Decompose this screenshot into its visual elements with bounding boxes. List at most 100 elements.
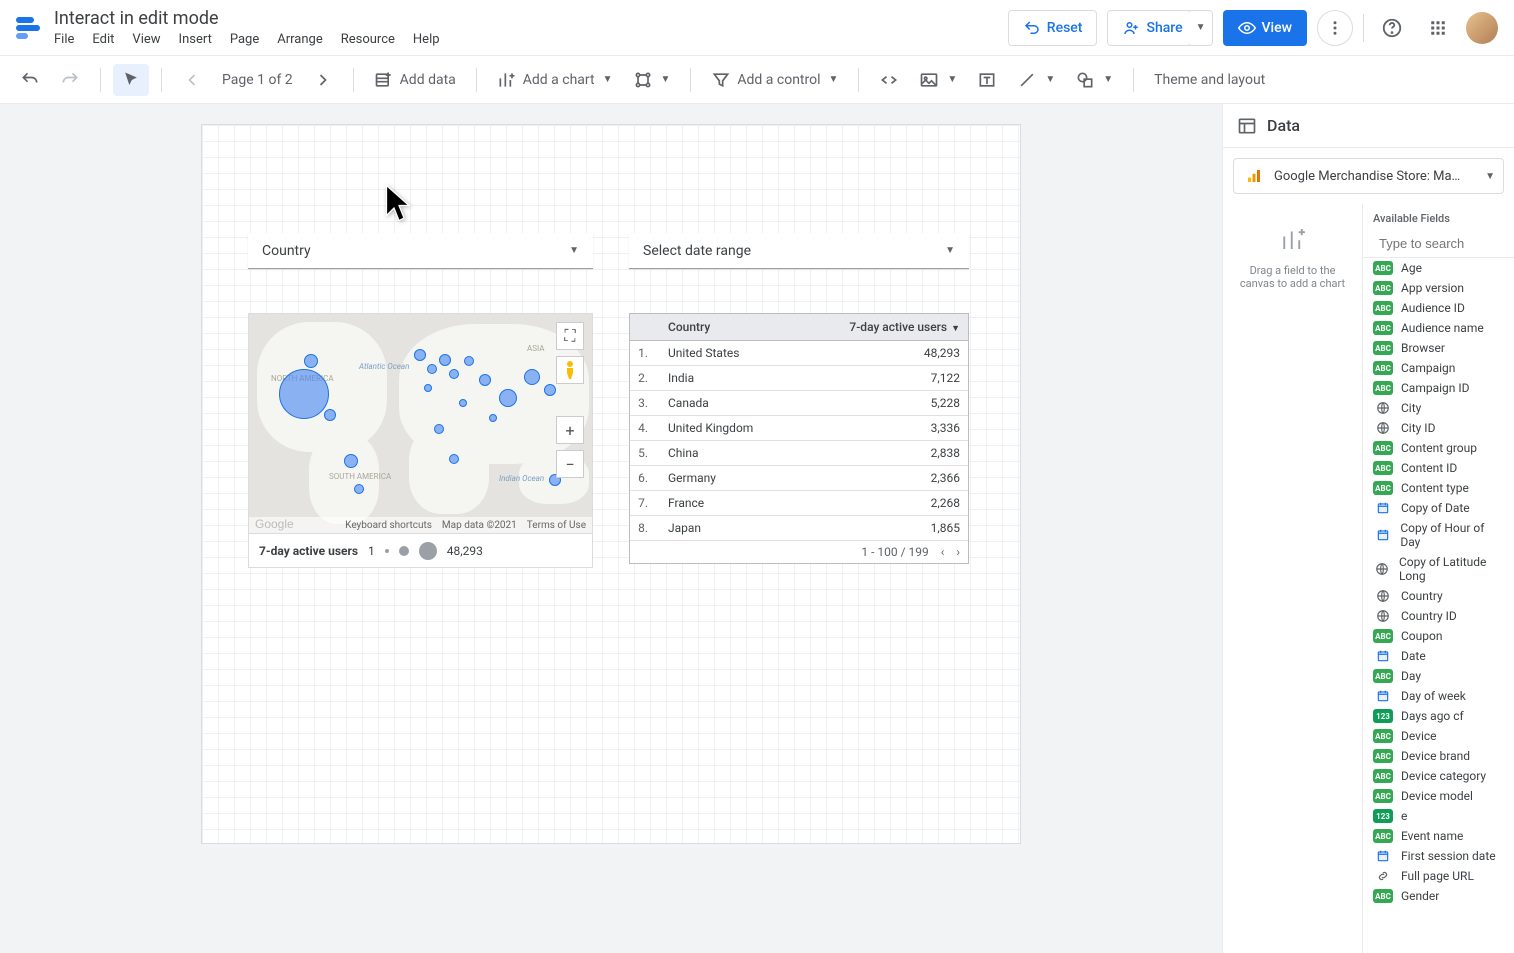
field-coupon[interactable]: ABCCoupon	[1363, 626, 1514, 646]
table-row[interactable]: 1.United States48,293	[630, 341, 968, 366]
view-label: View	[1262, 20, 1293, 36]
pager-prev[interactable]: ‹	[941, 545, 945, 559]
shape-button[interactable]: ▼	[1067, 64, 1121, 96]
field-copy-of-hour-of-day[interactable]: Copy of Hour of Day	[1363, 518, 1514, 552]
fields-search[interactable]	[1363, 233, 1514, 258]
prev-page[interactable]	[174, 64, 210, 96]
add-data-button[interactable]: Add data	[366, 64, 464, 96]
add-chart-button[interactable]: Add a chart▼	[489, 64, 621, 96]
field-day-of-week[interactable]: Day of week	[1363, 686, 1514, 706]
reset-button[interactable]: Reset	[1008, 10, 1098, 46]
text-button[interactable]	[969, 64, 1005, 96]
country-filter-control[interactable]: Country ▼	[248, 233, 593, 269]
field-app-version[interactable]: ABCApp version	[1363, 278, 1514, 298]
undo-button[interactable]	[12, 64, 48, 96]
share-button[interactable]: Share	[1107, 10, 1197, 46]
pager-next[interactable]: ›	[956, 545, 960, 559]
apps-button[interactable]	[1420, 10, 1456, 46]
help-button[interactable]	[1374, 10, 1410, 46]
field-device[interactable]: ABCDevice	[1363, 726, 1514, 746]
theme-button[interactable]: Theme and layout	[1146, 64, 1273, 96]
table-row[interactable]: 6.Germany2,366	[630, 466, 968, 491]
embed-button[interactable]	[871, 64, 907, 96]
menu-file[interactable]: File	[54, 32, 74, 47]
field-country[interactable]: Country	[1363, 586, 1514, 606]
field-audience-name[interactable]: ABCAudience name	[1363, 318, 1514, 338]
next-page[interactable]	[305, 64, 341, 96]
table-row[interactable]: 3.Canada5,228	[630, 391, 968, 416]
date-range-control[interactable]: Select date range ▼	[629, 233, 969, 269]
page-indicator[interactable]: Page 1 of 2	[214, 64, 301, 96]
menu-view[interactable]: View	[132, 32, 160, 47]
col-country[interactable]: Country	[660, 314, 797, 341]
field-country-id[interactable]: Country ID	[1363, 606, 1514, 626]
app-header: Interact in edit mode File Edit View Ins…	[0, 0, 1514, 56]
share-dropdown[interactable]: ▼	[1188, 10, 1213, 46]
field-audience-id[interactable]: ABCAudience ID	[1363, 298, 1514, 318]
chart-drop-zone[interactable]: Drag a field to the canvas to add a char…	[1223, 204, 1363, 953]
menu-page[interactable]: Page	[230, 32, 259, 47]
map-fullscreen-button[interactable]: ⛶	[556, 322, 584, 350]
geo-map-chart[interactable]: NORTH AMERICA SOUTH AMERICA ASIA Atlanti…	[248, 313, 593, 568]
field-content-group[interactable]: ABCContent group	[1363, 438, 1514, 458]
data-table-chart[interactable]: Country 7-day active users▼ 1.United Sta…	[629, 313, 969, 564]
field-device-model[interactable]: ABCDevice model	[1363, 786, 1514, 806]
fields-search-input[interactable]	[1379, 236, 1514, 251]
code-icon	[879, 70, 899, 90]
field-copy-of-date[interactable]: Copy of Date	[1363, 498, 1514, 518]
select-tool[interactable]	[113, 64, 149, 96]
table-row[interactable]: 4.United Kingdom3,336	[630, 416, 968, 441]
menu-edit[interactable]: Edit	[92, 32, 114, 47]
field-day[interactable]: ABCDay	[1363, 666, 1514, 686]
field-full-page-url[interactable]: Full page URL	[1363, 866, 1514, 886]
add-control-label: Add a control	[737, 72, 820, 88]
avatar[interactable]	[1466, 12, 1498, 44]
add-control-button[interactable]: Add a control▼	[703, 64, 846, 96]
table-row[interactable]: 2.India7,122	[630, 366, 968, 391]
datasource-name: Google Merchandise Store: Ma…	[1274, 169, 1475, 184]
menu-insert[interactable]: Insert	[179, 32, 212, 47]
canvas-area[interactable]: Country ▼ Select date range ▼ NORTH AMER…	[0, 104, 1222, 953]
field-campaign[interactable]: ABCCampaign	[1363, 358, 1514, 378]
field-browser[interactable]: ABCBrowser	[1363, 338, 1514, 358]
more-options-button[interactable]	[1317, 10, 1353, 46]
field-campaign-id[interactable]: ABCCampaign ID	[1363, 378, 1514, 398]
doc-title[interactable]: Interact in edit mode	[54, 8, 440, 30]
field-city-id[interactable]: City ID	[1363, 418, 1514, 438]
table-row[interactable]: 5.China2,838	[630, 441, 968, 466]
table-row[interactable]: 7.France2,268	[630, 491, 968, 516]
field-device-category[interactable]: ABCDevice category	[1363, 766, 1514, 786]
zoom-out-button[interactable]: −	[556, 450, 584, 478]
table-row[interactable]: 8.Japan1,865	[630, 516, 968, 541]
field-e[interactable]: 123e	[1363, 806, 1514, 826]
menu-help[interactable]: Help	[413, 32, 440, 47]
field-content-type[interactable]: ABCContent type	[1363, 478, 1514, 498]
field-event-name[interactable]: ABCEvent name	[1363, 826, 1514, 846]
fields-list[interactable]: ABCAgeABCApp versionABCAudience IDABCAud…	[1363, 258, 1514, 953]
report-canvas[interactable]: Country ▼ Select date range ▼ NORTH AMER…	[201, 124, 1021, 844]
zoom-in-button[interactable]: +	[556, 416, 584, 444]
pegman-icon[interactable]	[556, 356, 584, 384]
map-terms-link[interactable]: Terms of Use	[527, 520, 586, 531]
menu-resource[interactable]: Resource	[341, 32, 395, 47]
field-first-session-date[interactable]: First session date	[1363, 846, 1514, 866]
col-metric[interactable]: 7-day active users▼	[797, 314, 968, 341]
field-city[interactable]: City	[1363, 398, 1514, 418]
menu-arrange[interactable]: Arrange	[277, 32, 322, 47]
community-viz-button[interactable]: ▼	[625, 64, 679, 96]
field-copy-of-latitude-long[interactable]: Copy of Latitude Long	[1363, 552, 1514, 586]
map-body[interactable]: NORTH AMERICA SOUTH AMERICA ASIA Atlanti…	[249, 314, 592, 533]
field-days-ago-cf[interactable]: 123Days ago cf	[1363, 706, 1514, 726]
field-gender[interactable]: ABCGender	[1363, 886, 1514, 906]
map-keyboard-link[interactable]: Keyboard shortcuts	[345, 520, 432, 531]
field-age[interactable]: ABCAge	[1363, 258, 1514, 278]
view-button[interactable]: View	[1223, 10, 1308, 46]
image-button[interactable]: ▼	[911, 64, 965, 96]
field-device-brand[interactable]: ABCDevice brand	[1363, 746, 1514, 766]
field-date[interactable]: Date	[1363, 646, 1514, 666]
field-content-id[interactable]: ABCContent ID	[1363, 458, 1514, 478]
datasource-select[interactable]: Google Merchandise Store: Ma… ▼	[1233, 158, 1504, 194]
redo-button[interactable]	[52, 64, 88, 96]
line-button[interactable]: ▼	[1009, 64, 1063, 96]
undo-icon	[20, 70, 40, 90]
